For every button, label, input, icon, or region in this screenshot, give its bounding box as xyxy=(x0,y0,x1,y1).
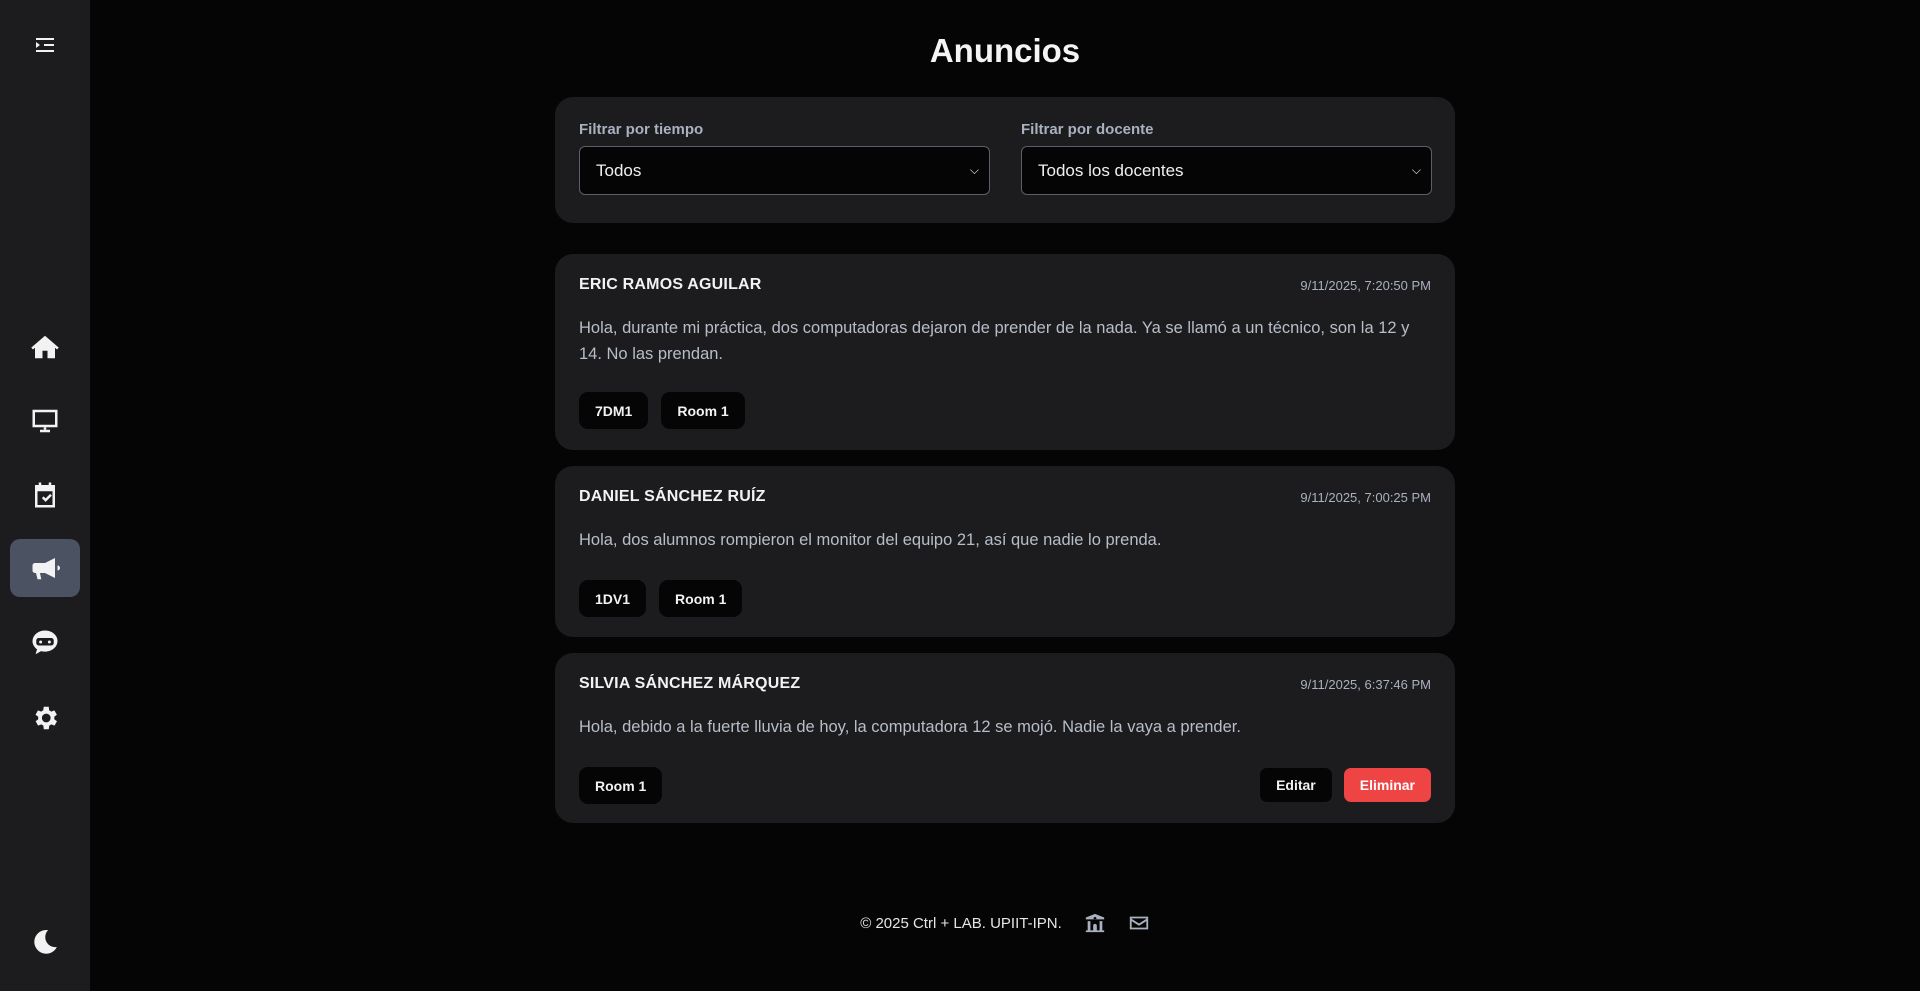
teacher-filter-value: Todos los docentes xyxy=(1038,160,1184,180)
envelope-icon[interactable] xyxy=(1128,912,1150,934)
sidebar-item-announcements[interactable] xyxy=(10,539,80,597)
announcement-date: 9/11/2025, 7:00:25 PM xyxy=(1300,490,1431,505)
announcement-author: SILVIA SÁNCHEZ MÁRQUEZ xyxy=(579,675,801,692)
monitor-icon xyxy=(32,409,58,433)
announcement-date: 9/11/2025, 6:37:46 PM xyxy=(1300,677,1431,692)
teacher-filter-label: Filtrar por docente xyxy=(1021,121,1154,138)
announcement-card: DANIEL SÁNCHEZ RUÍZ 9/11/2025, 7:00:25 P… xyxy=(555,466,1455,637)
gear-icon xyxy=(35,706,58,730)
chevron-down-icon: ⌵ xyxy=(969,163,979,177)
announcement-actions: Editar Eliminar xyxy=(1260,768,1431,802)
announcement-tags: 7DM1 Room 1 xyxy=(579,392,745,429)
group-tag: 7DM1 xyxy=(579,392,649,429)
time-filter-select[interactable]: Todos ⌵ xyxy=(579,146,990,195)
announcement-card: ERIC RAMOS AGUILAR 9/11/2025, 7:20:50 PM… xyxy=(555,254,1455,450)
announcement-tags: Room 1 xyxy=(579,767,663,804)
home-icon xyxy=(31,335,59,359)
sidebar-item-calendar[interactable] xyxy=(10,466,80,524)
announcement-tags: 1DV1 Room 1 xyxy=(579,580,743,617)
group-tag: 1DV1 xyxy=(579,580,647,617)
delete-button[interactable]: Eliminar xyxy=(1343,768,1431,802)
theme-toggle[interactable] xyxy=(10,913,80,971)
moon-icon xyxy=(34,929,57,954)
sidebar xyxy=(0,0,90,991)
sidebar-item-chat[interactable] xyxy=(10,614,80,672)
sidebar-item-settings[interactable] xyxy=(10,689,80,747)
megaphone-icon xyxy=(32,558,60,580)
teacher-filter: Filtrar por docente Todos los docentes ⌵ xyxy=(1021,121,1432,195)
time-filter-label: Filtrar por tiempo xyxy=(579,121,704,138)
announcement-card: SILVIA SÁNCHEZ MÁRQUEZ 9/11/2025, 6:37:4… xyxy=(555,653,1455,823)
announcement-message: Hola, durante mi práctica, dos computado… xyxy=(579,319,1410,363)
room-tag: Room 1 xyxy=(659,580,743,617)
time-filter: Filtrar por tiempo Todos ⌵ xyxy=(579,121,990,195)
chat-bot-icon xyxy=(32,630,58,655)
footer-copyright: © 2025 Ctrl + LAB. UPIIT-IPN. xyxy=(860,914,1062,932)
announcement-author: ERIC RAMOS AGUILAR xyxy=(579,276,762,293)
sidebar-item-computers[interactable] xyxy=(10,392,80,450)
school-icon[interactable] xyxy=(1084,912,1106,934)
announcement-message: Hola, dos alumnos rompieron el monitor d… xyxy=(579,531,1162,549)
chevron-down-icon: ⌵ xyxy=(1411,163,1421,177)
sidebar-item-home[interactable] xyxy=(10,318,80,376)
announcement-author: DANIEL SÁNCHEZ RUÍZ xyxy=(579,488,766,505)
time-filter-value: Todos xyxy=(596,160,642,180)
room-tag: Room 1 xyxy=(579,767,663,804)
announcement-message: Hola, debido a la fuerte lluvia de hoy, … xyxy=(579,718,1241,736)
room-tag: Room 1 xyxy=(661,392,745,429)
edit-button[interactable]: Editar xyxy=(1260,768,1332,802)
page-title: Anuncios xyxy=(929,32,1081,69)
footer: © 2025 Ctrl + LAB. UPIIT-IPN. xyxy=(90,912,1920,934)
announcement-date: 9/11/2025, 7:20:50 PM xyxy=(1300,278,1431,293)
menu-toggle-icon[interactable] xyxy=(10,16,80,74)
teacher-filter-select[interactable]: Todos los docentes ⌵ xyxy=(1021,146,1432,195)
calendar-check-icon xyxy=(35,482,55,508)
filters-panel: Filtrar por tiempo Todos ⌵ Filtrar por d… xyxy=(555,97,1455,223)
